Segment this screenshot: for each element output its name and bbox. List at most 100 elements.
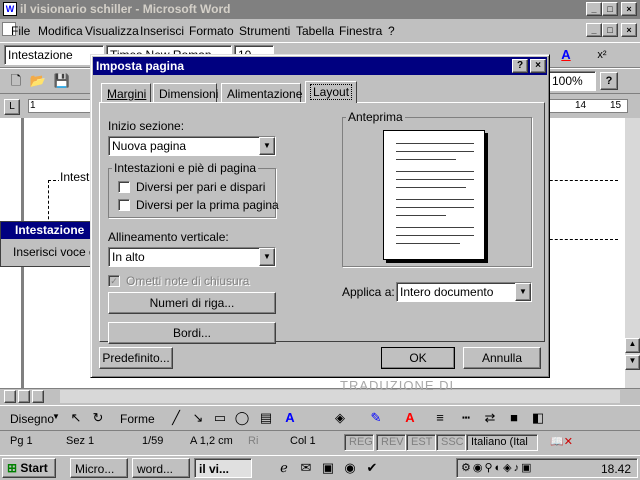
- taskbar-word-button[interactable]: word...: [132, 458, 190, 478]
- autoshapes-menu-button[interactable]: Forme: [120, 412, 155, 426]
- tray-icons[interactable]: ⚙◉⚲◐◈♪▣: [461, 461, 534, 474]
- first-page-label[interactable]: Diversi per la prima pagina: [136, 198, 279, 212]
- odd-even-checkbox[interactable]: [118, 181, 130, 193]
- draw-font-color-icon[interactable]: A: [400, 408, 420, 428]
- ruler-number-15: 15: [610, 100, 622, 111]
- menu-modifica[interactable]: Modifica: [38, 24, 83, 38]
- menu-inserisci[interactable]: Inserisci: [140, 24, 184, 38]
- open-folder-icon[interactable]: 📂: [28, 71, 48, 91]
- tab-alimentazione-label: Alimentazione: [227, 87, 303, 101]
- line-icon[interactable]: ╱: [166, 408, 186, 428]
- status-ext[interactable]: EST: [406, 434, 436, 451]
- help-icon[interactable]: ?: [600, 72, 618, 90]
- line-numbers-button[interactable]: Numeri di riga...: [108, 292, 276, 314]
- cancel-button[interactable]: Annulla: [463, 347, 541, 369]
- menu-help[interactable]: ?: [388, 24, 395, 38]
- tool-quicklaunch-icon[interactable]: ✔: [362, 458, 382, 478]
- text-box-icon[interactable]: ▤: [256, 408, 276, 428]
- horizontal-scrollbar[interactable]: [0, 388, 640, 404]
- scroll-up-icon[interactable]: ▲: [625, 338, 640, 353]
- start-button[interactable]: ⊞ Start: [2, 458, 56, 478]
- dialog-help-button[interactable]: ?: [512, 59, 528, 73]
- tab-dimensioni[interactable]: Dimensioni: [153, 83, 218, 102]
- channels-quicklaunch-icon[interactable]: ◉: [340, 458, 360, 478]
- cancel-label: Annulla: [481, 351, 523, 365]
- valign-dropdown-icon[interactable]: ▼: [259, 248, 275, 266]
- section-start-select[interactable]: Nuova pagina ▼: [108, 136, 276, 156]
- new-document-icon[interactable]: 🗋: [6, 71, 26, 91]
- superscript-icon[interactable]: x²: [592, 45, 612, 65]
- line-style-icon[interactable]: ≡: [430, 408, 450, 428]
- borders-button[interactable]: Bordi...: [108, 322, 276, 344]
- wordart-icon[interactable]: A: [280, 408, 300, 428]
- word-app-icon[interactable]: W: [3, 2, 17, 16]
- default-button[interactable]: Predefinito...: [99, 347, 173, 369]
- dialog-title-bar[interactable]: Imposta pagina ? ×: [93, 57, 547, 75]
- menu-formato[interactable]: Formato: [189, 24, 234, 38]
- print-layout-view-icon[interactable]: [32, 390, 44, 403]
- maximize-button[interactable]: □: [602, 2, 618, 16]
- web-layout-view-icon[interactable]: [18, 390, 30, 403]
- apply-to-select[interactable]: Intero documento ▼: [396, 282, 532, 302]
- ie-quicklaunch-icon[interactable]: ℯ: [274, 458, 294, 478]
- arrow-style-icon[interactable]: ⇄: [480, 408, 500, 428]
- normal-view-icon[interactable]: [4, 390, 16, 403]
- select-objects-icon[interactable]: ↖: [66, 408, 86, 428]
- draw-menu-arrow-icon[interactable]: ▼: [52, 412, 60, 421]
- dialog-close-button[interactable]: ×: [530, 59, 546, 73]
- shadow-icon[interactable]: ■: [504, 408, 524, 428]
- valign-select[interactable]: In alto ▼: [108, 247, 276, 267]
- draw-menu-button[interactable]: Disegno: [10, 412, 54, 426]
- style-combo[interactable]: Intestazione: [4, 45, 104, 65]
- tab-alimentazione[interactable]: Alimentazione: [221, 83, 303, 102]
- doc-close-button[interactable]: ×: [621, 23, 637, 37]
- menu-visualizza[interactable]: Visualizza: [85, 24, 139, 38]
- menu-finestra[interactable]: Finestra: [339, 24, 382, 38]
- default-label: Predefinito...: [102, 351, 170, 365]
- outlook-quicklaunch-icon[interactable]: ✉: [296, 458, 316, 478]
- close-button[interactable]: ×: [621, 2, 637, 16]
- doc-minimize-button[interactable]: _: [586, 23, 602, 37]
- taskbar-active-doc-button[interactable]: il vi...: [194, 458, 252, 478]
- spelling-status-icon[interactable]: 📖✕: [546, 434, 577, 451]
- vertical-scrollbar[interactable]: ▲ ▼: [625, 118, 640, 388]
- zoom-combo[interactable]: 100%: [548, 71, 596, 91]
- first-page-checkbox[interactable]: [118, 199, 130, 211]
- clock[interactable]: 18.42: [601, 462, 631, 476]
- save-icon[interactable]: 💾: [52, 71, 72, 91]
- menu-tabella[interactable]: Tabella: [296, 24, 334, 38]
- menu-strumenti[interactable]: Strumenti: [239, 24, 290, 38]
- fill-color-icon[interactable]: ◈: [330, 408, 350, 428]
- free-rotate-icon[interactable]: ↻: [88, 408, 108, 428]
- font-color-icon[interactable]: A: [556, 45, 576, 65]
- tab-layout[interactable]: Layout: [305, 81, 357, 103]
- status-language[interactable]: Italiano (Ital: [466, 434, 538, 451]
- ok-button[interactable]: OK: [381, 347, 455, 369]
- status-rec[interactable]: REG: [344, 434, 374, 451]
- minimize-button[interactable]: _: [586, 2, 602, 16]
- header-region-label: Intest: [59, 170, 91, 184]
- taskbar: ⊞ Start Micro... word... il vi... ℯ ✉ ▣ …: [0, 455, 640, 480]
- doc-restore-button[interactable]: □: [602, 23, 618, 37]
- dialog-title: Imposta pagina: [96, 59, 185, 73]
- arrow-icon[interactable]: ↘: [188, 408, 208, 428]
- apply-to-dropdown-icon[interactable]: ▼: [515, 283, 531, 301]
- tab-selector-icon[interactable]: L: [4, 99, 20, 115]
- oval-icon[interactable]: ◯: [232, 408, 252, 428]
- menu-file[interactable]: File: [11, 24, 30, 38]
- line-color-icon[interactable]: ✎: [366, 408, 386, 428]
- dash-style-icon[interactable]: ┅: [456, 408, 476, 428]
- status-ovr[interactable]: SSC: [436, 434, 466, 451]
- menu-bar: File Modifica Visualizza Inserisci Forma…: [0, 20, 640, 40]
- desktop-quicklaunch-icon[interactable]: ▣: [318, 458, 338, 478]
- odd-even-label[interactable]: Diversi per pari e dispari: [136, 180, 265, 194]
- tab-margini[interactable]: Margini: [101, 83, 151, 102]
- scroll-down-icon[interactable]: ▼: [625, 355, 640, 370]
- taskbar-microsoft-button[interactable]: Micro...: [70, 458, 128, 478]
- 3d-icon[interactable]: ◧: [528, 408, 548, 428]
- insert-autotext-button[interactable]: Inserisci voce di: [13, 245, 98, 259]
- section-start-dropdown-icon[interactable]: ▼: [259, 137, 275, 155]
- start-label: Start: [20, 461, 48, 475]
- status-trk[interactable]: REV: [376, 434, 406, 451]
- rectangle-icon[interactable]: ▭: [210, 408, 230, 428]
